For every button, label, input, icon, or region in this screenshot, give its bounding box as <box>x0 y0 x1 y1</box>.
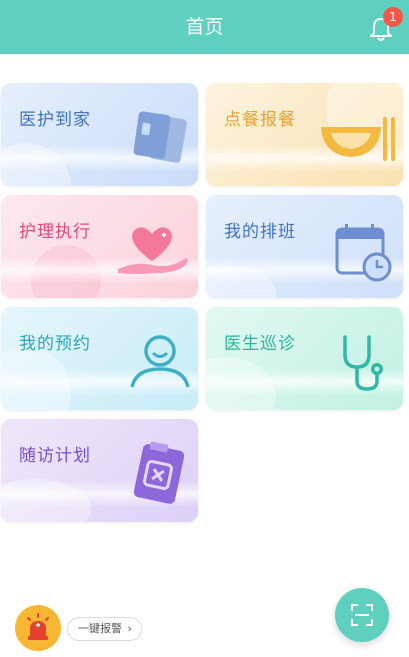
clipboard-icon <box>133 441 185 504</box>
one-key-alarm[interactable]: 一键报警 › <box>15 605 142 651</box>
alarm-button[interactable] <box>15 605 61 651</box>
card-label: 医护到家 <box>19 110 91 130</box>
card-label: 随访计划 <box>19 446 91 466</box>
notification-badge: 1 <box>383 7 403 27</box>
chevron-right-icon: › <box>127 622 132 635</box>
card-meal-order[interactable]: 点餐报餐 <box>206 83 403 186</box>
card-followup-plan[interactable]: 随访计划 <box>1 419 198 522</box>
card-my-appointment[interactable]: 我的预约 <box>1 307 198 410</box>
siren-icon <box>27 613 49 640</box>
card-label: 点餐报餐 <box>224 110 296 130</box>
calendar-clock-icon <box>335 224 392 282</box>
scan-icon <box>351 604 373 626</box>
id-cards-icon <box>133 111 187 163</box>
card-label: 我的预约 <box>19 334 91 354</box>
heart-hand-icon <box>118 227 188 274</box>
card-my-schedule[interactable]: 我的排班 <box>206 195 403 298</box>
bowl-icon <box>321 117 395 161</box>
page-title: 首页 <box>185 16 224 38</box>
card-label: 护理执行 <box>19 222 91 242</box>
person-icon <box>130 335 190 388</box>
card-nursing-execution[interactable]: 护理执行 <box>1 195 198 298</box>
card-doctor-rounds[interactable]: 医生巡诊 <box>206 307 403 410</box>
card-label: 医生巡诊 <box>224 334 296 354</box>
card-label: 我的排班 <box>224 222 296 242</box>
alarm-label: 一键报警 <box>78 622 122 635</box>
stethoscope-icon <box>343 335 383 391</box>
alarm-label-pill[interactable]: 一键报警 › <box>67 617 142 641</box>
scan-button[interactable] <box>335 588 389 642</box>
card-home-medical[interactable]: 医护到家 <box>1 83 198 186</box>
top-bar: 首页 1 <box>0 0 409 54</box>
